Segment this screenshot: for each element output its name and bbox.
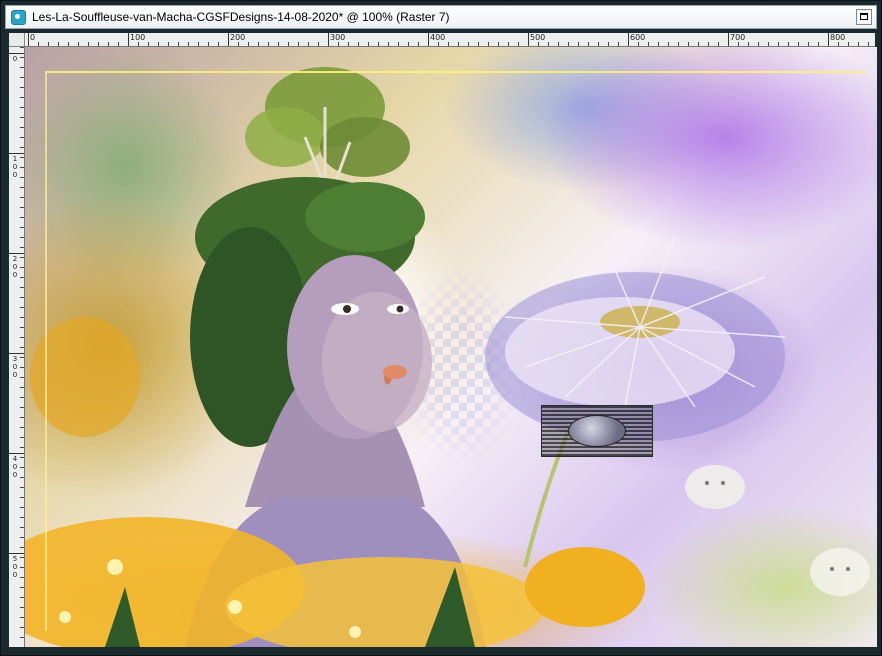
ruler-label: 800	[830, 33, 846, 42]
claudia-watermark	[541, 405, 653, 457]
ruler-label: 200	[230, 33, 246, 42]
ruler-label: 400	[430, 33, 446, 42]
ruler-label: 100	[130, 33, 146, 42]
window-title: Les-La-Souffleuse-van-Macha-CGSFDesigns-…	[32, 10, 450, 24]
ruler-label: 100	[12, 155, 18, 179]
ruler-label: 0	[12, 55, 18, 63]
ruler-label: 400	[12, 455, 18, 479]
ruler-label: 300	[330, 33, 346, 42]
ruler-label: 500	[530, 33, 546, 42]
maximize-button[interactable]	[856, 9, 872, 25]
ruler-label: 0	[30, 33, 36, 42]
psp-canvas-icon	[11, 9, 26, 25]
ruler-label: 200	[12, 255, 18, 279]
ruler-label: 500	[12, 555, 18, 579]
ruler-label: 300	[12, 355, 18, 379]
ruler-corner	[9, 33, 25, 47]
horizontal-ruler: 0 100 200 300 400 500 600 700 800	[25, 33, 875, 47]
window-titlebar[interactable]: Les-La-Souffleuse-van-Macha-CGSFDesigns-…	[5, 5, 877, 29]
vertical-ruler: 0 100 200 300 400 500	[9, 47, 25, 647]
ruler-label: 600	[630, 33, 646, 42]
claudia-seal	[568, 415, 626, 447]
yellow-frame-line	[45, 71, 865, 631]
image-canvas[interactable]	[25, 47, 877, 647]
image-window: Les-La-Souffleuse-van-Macha-CGSFDesigns-…	[0, 0, 882, 656]
ruler-label: 700	[730, 33, 746, 42]
